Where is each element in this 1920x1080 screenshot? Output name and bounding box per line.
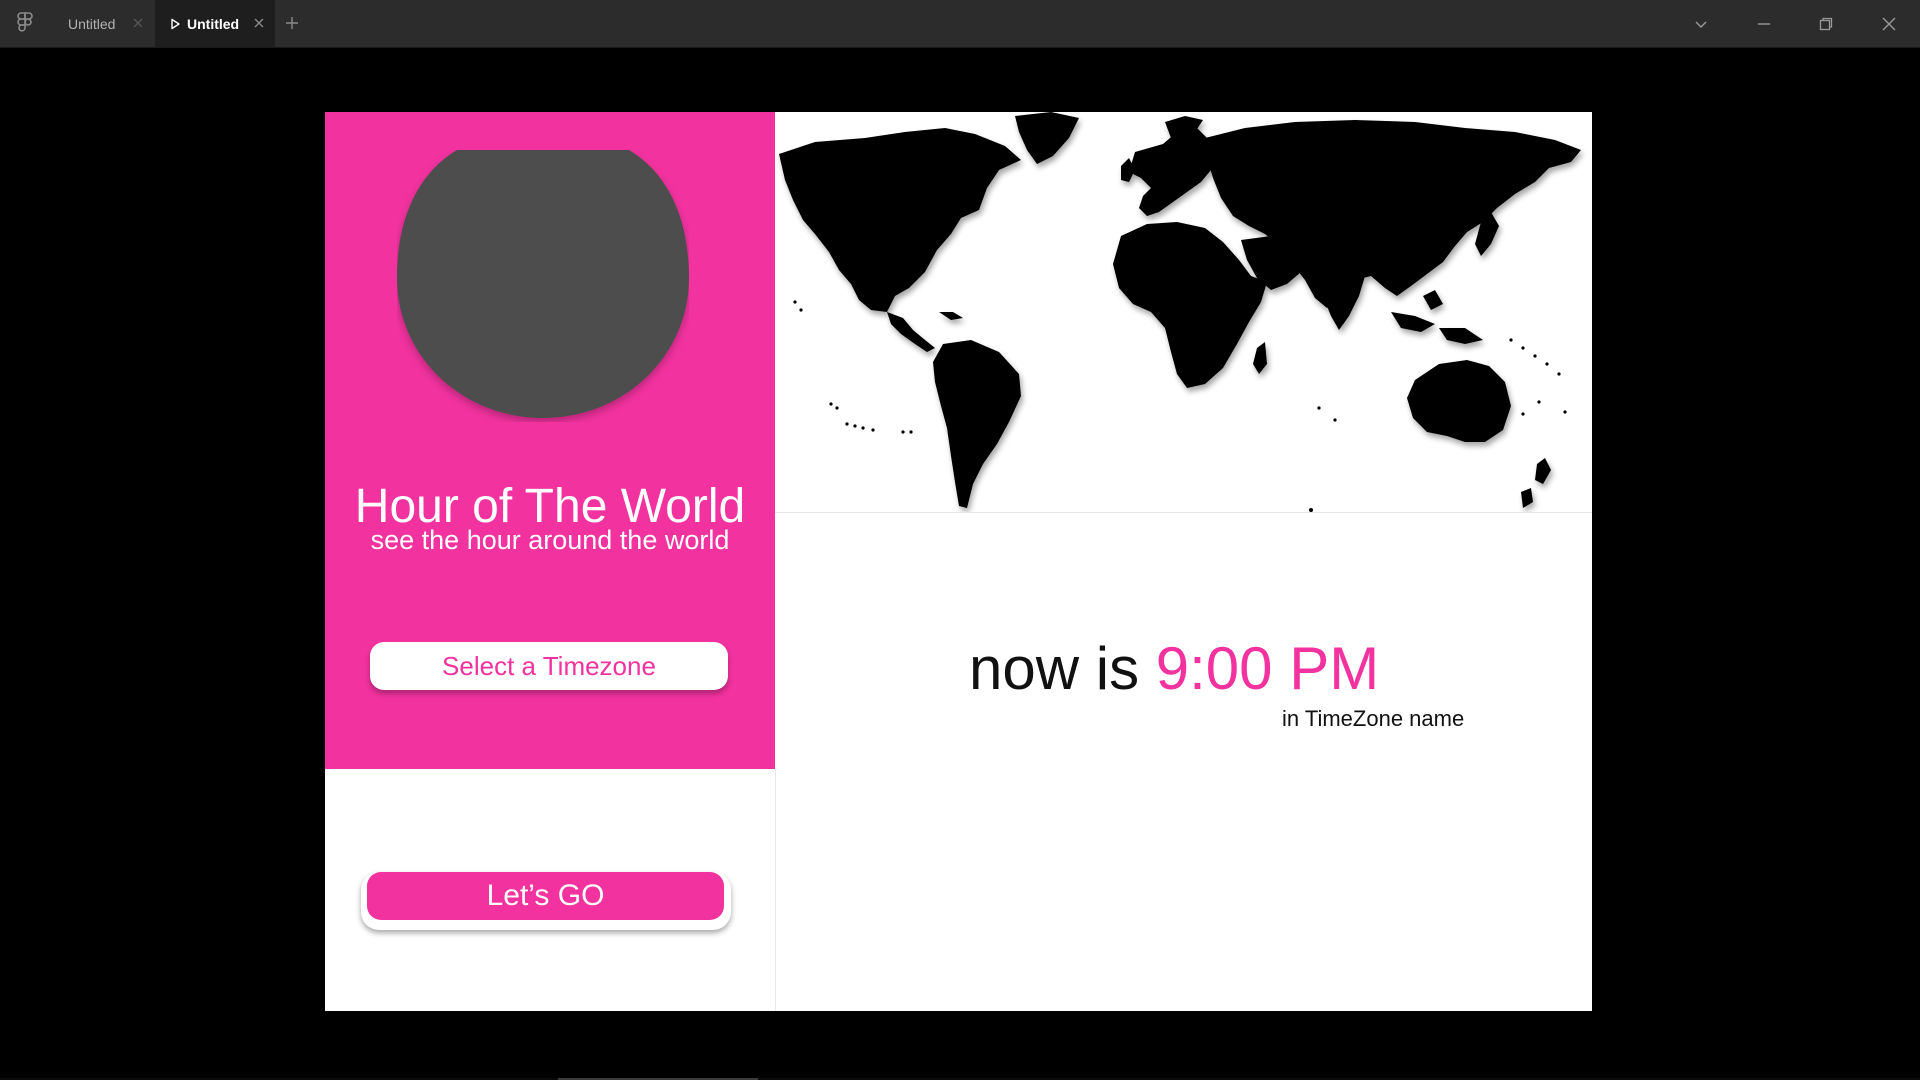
tab-untitled-1[interactable]: Untitled — [50, 0, 154, 47]
prototype-frame: Hour of The World see the hour around th… — [325, 112, 1592, 1011]
tab-untitled-2[interactable]: Untitled — [155, 0, 275, 47]
timezone-name-label: in TimeZone name — [1282, 706, 1465, 731]
lets-go-button[interactable]: Let’s GO — [367, 872, 724, 920]
title-bar: Untitled Untitled — [0, 0, 1920, 48]
select-timezone-button[interactable]: Select a Timezone — [370, 642, 728, 690]
world-map-panel — [775, 112, 1592, 513]
restore-icon — [1819, 17, 1833, 30]
minimize-button[interactable] — [1733, 0, 1795, 47]
current-time-display: now is 9:00 PM — [969, 634, 1569, 704]
world-map-image — [779, 112, 1581, 512]
close-window-button[interactable] — [1858, 0, 1920, 47]
time-value: 9:00 PM — [1155, 635, 1380, 702]
close-icon[interactable] — [132, 17, 144, 29]
restore-button[interactable] — [1795, 0, 1857, 47]
panel-divider — [775, 769, 776, 1011]
globe-icon — [397, 150, 689, 418]
tabs-dropdown-button[interactable] — [1670, 0, 1732, 47]
app-subtitle: see the hour around the world — [370, 525, 730, 555]
tab-label: Untitled — [68, 15, 116, 32]
minimize-icon — [1758, 22, 1770, 25]
now-is-label: now is — [969, 635, 1156, 702]
close-icon — [1882, 17, 1896, 30]
figma-logo-icon[interactable] — [14, 12, 36, 36]
play-icon — [171, 18, 180, 29]
tab-label: Untitled — [187, 15, 240, 32]
plus-icon[interactable] — [284, 15, 300, 31]
left-panel: Hour of The World see the hour around th… — [325, 112, 775, 769]
chevron-down-icon — [1695, 21, 1707, 28]
close-icon[interactable] — [253, 17, 265, 29]
